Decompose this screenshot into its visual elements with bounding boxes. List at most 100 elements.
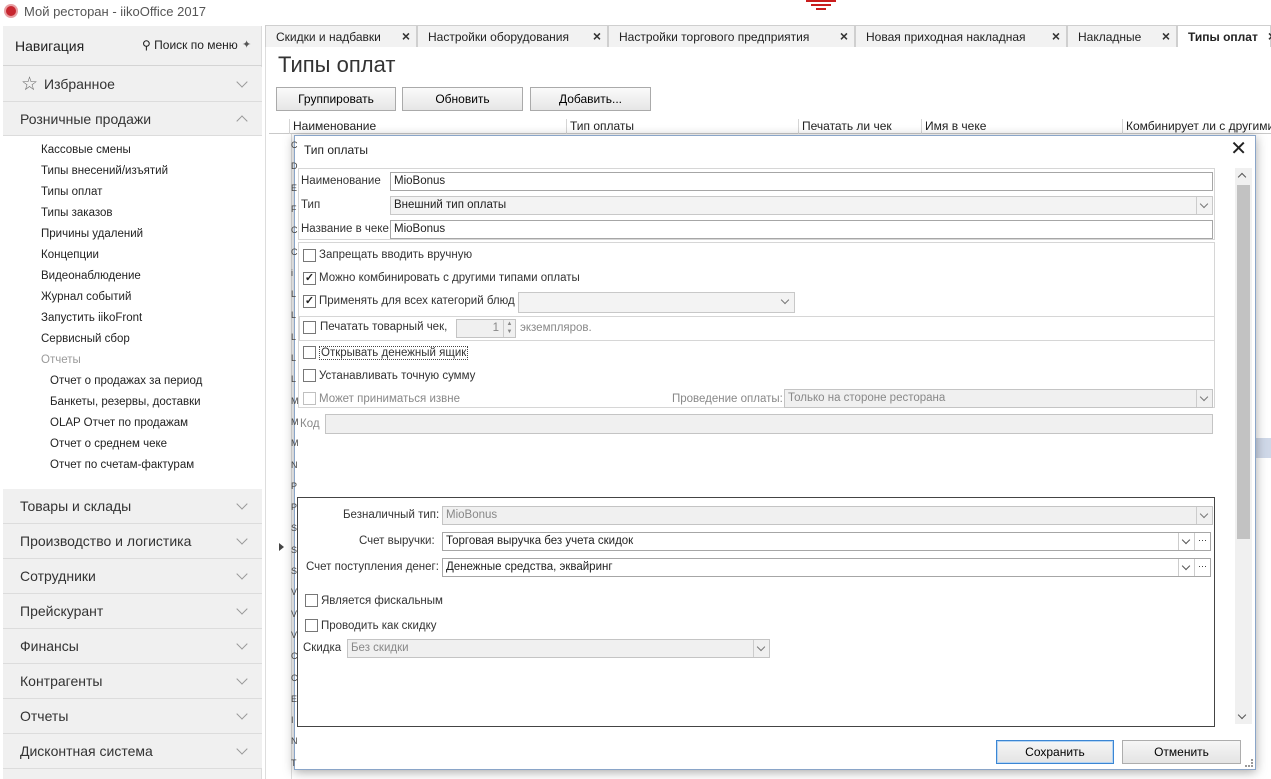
nav-item-order-types[interactable]: Типы заказов: [41, 207, 113, 219]
nav-item-invoices-report[interactable]: Отчет по счетам-фактурам: [50, 459, 194, 471]
grid-row-cell[interactable]: S: [291, 545, 297, 555]
grid-row-cell[interactable]: S: [291, 566, 297, 576]
nav-section-goods[interactable]: Товары и склады: [3, 489, 262, 524]
cancel-button[interactable]: Отменить: [1122, 740, 1241, 764]
nav-section-reports[interactable]: Отчеты: [3, 699, 262, 734]
grid-row-cell[interactable]: E: [291, 183, 297, 193]
nav-section-pricelist[interactable]: Прейскурант: [3, 594, 262, 629]
close-icon[interactable]: ×: [1162, 28, 1170, 44]
scroll-up-icon[interactable]: [1237, 172, 1247, 182]
spin-arrows-icon[interactable]: ▲ ▼: [503, 320, 515, 337]
grid-row-cell[interactable]: V: [291, 630, 297, 640]
nav-item-average-check[interactable]: Отчет о среднем чеке: [50, 438, 167, 450]
revenue-select[interactable]: Торговая выручка без учета скидок ···: [442, 532, 1211, 551]
tab-store-settings[interactable]: Настройки торгового предприятия ×: [608, 25, 855, 47]
selected-row[interactable]: [1256, 438, 1271, 458]
tab-new-invoice[interactable]: Новая приходная накладная ×: [855, 25, 1067, 47]
menu-search-button[interactable]: ⚲ Поиск по меню: [142, 38, 238, 52]
grid-row-cell[interactable]: M: [291, 417, 299, 427]
dialog-scrollbar[interactable]: [1235, 168, 1252, 724]
nav-item-concepts[interactable]: Концепции: [41, 249, 99, 261]
close-icon[interactable]: ×: [1052, 28, 1060, 44]
resize-grip-icon[interactable]: [1245, 759, 1253, 767]
nav-section-production[interactable]: Производство и логистика: [3, 524, 262, 559]
nav-section-counterparties[interactable]: Контрагенты: [3, 664, 262, 699]
forbid-manual-checkbox[interactable]: [303, 249, 316, 262]
nav-section-finance[interactable]: Финансы: [3, 629, 262, 664]
nav-item-banquets[interactable]: Банкеты, резервы, доставки: [50, 396, 201, 408]
combine-checkbox[interactable]: ✓: [303, 272, 316, 285]
grid-row-cell[interactable]: i: [291, 268, 293, 278]
grid-row-cell[interactable]: C: [291, 225, 298, 235]
check-name-input[interactable]: MioBonus: [390, 220, 1213, 239]
column-header-check-name[interactable]: Имя в чеке: [921, 119, 1122, 134]
grid-row-cell[interactable]: F: [291, 204, 297, 214]
refresh-button[interactable]: Обновить: [402, 87, 523, 111]
type-select[interactable]: Внешний тип оплаты: [390, 196, 1213, 215]
grid-row-cell[interactable]: C: [291, 140, 298, 150]
fiscal-checkbox[interactable]: [305, 594, 318, 607]
nav-item-payment-types[interactable]: Типы оплат: [41, 186, 102, 198]
grid-row-cell[interactable]: P: [291, 502, 297, 512]
grid-row-cell[interactable]: L: [291, 332, 296, 342]
nav-item-removal-reasons[interactable]: Причины удалений: [41, 228, 143, 240]
chevron-down-icon[interactable]: [1178, 559, 1194, 576]
grid-row-cell[interactable]: L: [291, 353, 296, 363]
grid-row-cell[interactable]: L: [291, 310, 296, 320]
tab-equipment-settings[interactable]: Настройки оборудования ×: [417, 25, 608, 47]
cashless-select[interactable]: MioBonus: [442, 506, 1213, 525]
grid-row-cell[interactable]: N: [291, 736, 298, 746]
grid-row-cell[interactable]: P: [291, 481, 297, 491]
column-header-combine[interactable]: Комбинирует ли с другими: [1122, 119, 1271, 134]
chevron-down-icon[interactable]: [1178, 533, 1194, 550]
apply-all-checkbox[interactable]: ✓: [303, 295, 316, 308]
grid-row-cell[interactable]: T: [291, 758, 297, 768]
nav-section-retail[interactable]: Розничные продажи: [3, 102, 262, 136]
grid-row-cell[interactable]: C: [291, 673, 298, 683]
group-button[interactable]: Группировать: [276, 87, 396, 111]
as-discount-checkbox[interactable]: [305, 619, 318, 632]
grid-row-cell[interactable]: I: [291, 715, 294, 725]
exact-sum-checkbox[interactable]: [303, 369, 316, 382]
nav-item-cash-shifts[interactable]: Кассовые смены: [41, 144, 131, 156]
income-select[interactable]: Денежные средства, эквайринг ···: [442, 558, 1211, 577]
scroll-thumb[interactable]: [1237, 185, 1250, 539]
close-icon[interactable]: ✕: [1230, 138, 1247, 160]
copies-stepper[interactable]: 1 ▲ ▼: [456, 319, 516, 338]
pin-icon[interactable]: ✦: [242, 38, 251, 51]
nav-item-launch-front[interactable]: Запустить iikoFront: [41, 312, 142, 324]
grid-row-cell[interactable]: C: [291, 651, 298, 661]
close-icon[interactable]: ×: [402, 28, 410, 44]
column-header-print[interactable]: Печатать ли чек: [798, 119, 921, 134]
add-button[interactable]: Добавить...: [530, 87, 651, 111]
nav-item-event-log[interactable]: Журнал событий: [41, 291, 131, 303]
grid-row-cell[interactable]: D: [291, 161, 298, 171]
ellipsis-icon[interactable]: ···: [1194, 533, 1210, 550]
categories-select[interactable]: [518, 292, 795, 313]
column-header-name[interactable]: Наименование: [289, 119, 566, 134]
grid-row-cell[interactable]: L: [291, 289, 296, 299]
grid-row-cell[interactable]: M: [291, 438, 299, 448]
tab-invoices[interactable]: Накладные ×: [1067, 25, 1177, 47]
grid-row-cell[interactable]: S: [291, 523, 297, 533]
scroll-down-icon[interactable]: [1237, 710, 1247, 720]
grid-row-cell[interactable]: V: [291, 609, 297, 619]
tab-discounts[interactable]: Скидки и надбавки ×: [265, 25, 417, 47]
print-receipt-checkbox[interactable]: [303, 321, 316, 334]
nav-section-employees[interactable]: Сотрудники: [3, 559, 262, 594]
nav-item-olap-report[interactable]: OLAP Отчет по продажам: [50, 417, 188, 429]
nav-item-service-charge[interactable]: Сервисный сбор: [41, 333, 130, 345]
nav-item-sales-report[interactable]: Отчет о продажах за период: [50, 375, 202, 387]
name-input[interactable]: MioBonus: [390, 172, 1213, 191]
grid-row-cell[interactable]: C: [291, 247, 298, 257]
nav-item-video[interactable]: Видеонаблюдение: [41, 270, 141, 282]
processing-select[interactable]: Только на стороне ресторана: [784, 389, 1213, 408]
accept-external-checkbox[interactable]: [303, 392, 316, 405]
save-button[interactable]: Сохранить: [996, 740, 1114, 764]
tab-payment-types[interactable]: Типы оплат×: [1177, 25, 1271, 47]
close-icon[interactable]: ×: [840, 28, 848, 44]
grid-row-cell[interactable]: M: [291, 396, 299, 406]
nav-item-deposit-types[interactable]: Типы внесений/изъятий: [41, 165, 168, 177]
grid-row-cell[interactable]: L: [291, 374, 296, 384]
discount-select[interactable]: Без скидки: [347, 639, 770, 658]
